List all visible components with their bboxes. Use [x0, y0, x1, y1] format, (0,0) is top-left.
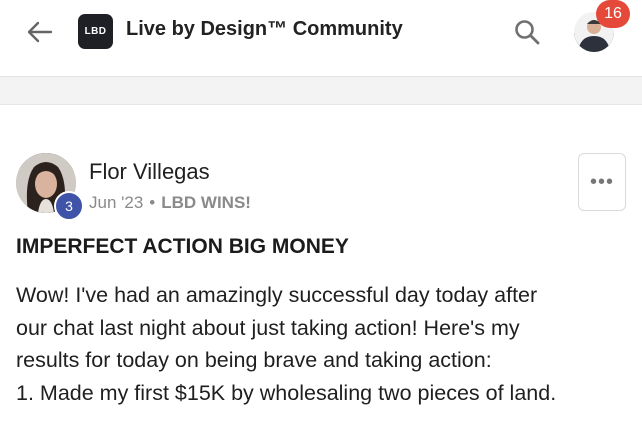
post-body-line: Wow! I've had an amazingly successful da…: [16, 283, 538, 307]
author-level-badge: 3: [54, 191, 84, 221]
top-app-bar: LBD Live by Design™ Community 16: [0, 0, 642, 77]
post-body-line: our chat last night about just taking ac…: [16, 315, 520, 340]
more-horizontal-icon: •••: [589, 170, 614, 193]
post-meta: Jun '23 • LBD WINS!: [89, 193, 251, 213]
arrow-left-icon: [27, 21, 53, 43]
more-options-button[interactable]: •••: [578, 153, 626, 211]
notification-count-badge[interactable]: 16: [596, 0, 630, 28]
search-button[interactable]: [510, 15, 544, 49]
back-button[interactable]: [22, 16, 58, 48]
post-date: Jun '23: [89, 193, 144, 212]
author-name[interactable]: Flor Villegas: [89, 159, 210, 185]
post-body-line: 1. Made my first $15K by wholesaling two…: [16, 380, 557, 405]
community-title: Live by Design™ Community: [126, 18, 403, 40]
meta-separator: •: [149, 193, 156, 212]
community-logo[interactable]: LBD: [78, 14, 113, 49]
post-category[interactable]: LBD WINS!: [161, 193, 251, 212]
post-title: IMPERFECT ACTION BIG MONEY: [16, 235, 349, 258]
search-icon: [515, 20, 540, 45]
post-body-line: results for today on being brave and tak…: [16, 348, 492, 372]
post-body: Wow! I've had an amazingly successful da…: [16, 279, 636, 409]
post-card: 3 Flor Villegas Jun '23 • LBD WINS! ••• IM…: [0, 104, 642, 435]
